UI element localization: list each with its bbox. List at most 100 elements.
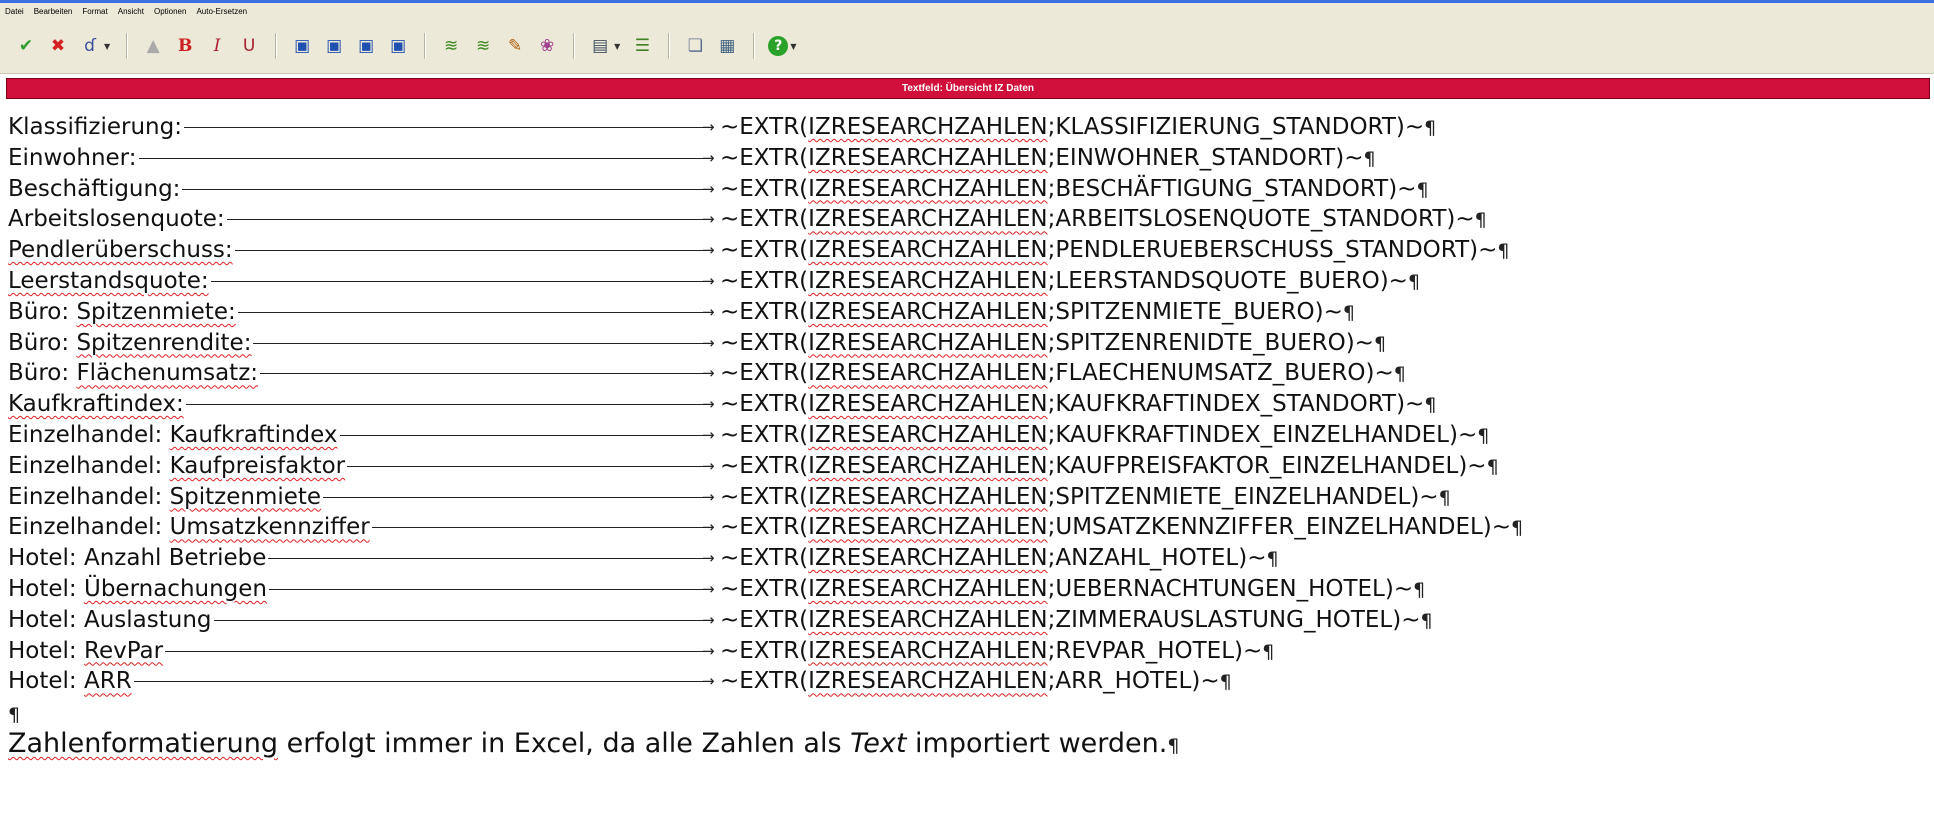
row-label: Einzelhandel: Kaufkraftindex [8,419,340,451]
field-row: Einzelhandel: Kaufkraftindex → ~EXTR(IZRES… [8,419,1928,451]
field-row: Kaufkraftindex: → ~EXTR(IZRESEARCHZAHLEN;K… [8,389,1928,420]
brush-icon[interactable]: ɗ [78,34,102,58]
formula-prefix: ~EXTR( [720,637,809,664]
menu-item-2[interactable]: Format [77,7,112,16]
tab-arrow-icon: → [702,333,715,352]
formula-field: KAUFKRAFTINDEX_EINZELHANDEL [1055,421,1449,448]
note-part1: Zahlenformatierung [8,728,279,760]
row-formula: ~EXTR(IZRESEARCHZAHLEN;FLAECHENUMSATZ_BU… [720,358,1406,390]
table-icon[interactable]: ▤ [588,34,612,58]
field-row: Hotel: Auslastung → ~EXTR(IZRESEARCHZAHLEN… [8,604,1928,636]
formula-suffix: )~ [1392,606,1421,633]
row-label: Büro: Spitzenmiete: [8,296,238,328]
view1-icon[interactable]: ▣ [290,34,314,58]
row-label: Arbeitslosenquote: [8,204,227,236]
row-label: Kaufkraftindex: [8,389,186,420]
row-label-text: Büro: [8,360,77,387]
formula-field: UMSATZKENNZIFFER_EINZELHANDEL [1055,514,1483,541]
row-label-text: Klassifizierung: [8,114,182,140]
view4-icon[interactable]: ▣ [386,34,410,58]
formula-source: IZRESEARCHZAHLEN [808,298,1048,325]
note-part3: importiert werden. [906,728,1168,760]
bold-icon[interactable]: B [173,34,197,58]
menu-item-0[interactable]: Datei [0,7,29,16]
row-formula: ~EXTR(IZRESEARCHZAHLEN;KAUFKRAFTINDEX_ST… [720,389,1436,421]
formula-suffix: )~ [1314,298,1343,325]
pilcrow-mark: ¶ [1416,178,1429,201]
italic-icon[interactable]: I [205,34,229,58]
field-row: Büro: Spitzenmiete: → ~EXTR(IZRESEARCHZAHL… [8,296,1928,328]
doc-icon[interactable]: ❏ [683,34,707,58]
formula-field: PENDLERUEBERSCHUSS_STANDORT [1055,237,1470,264]
toolbar-separator [573,33,575,59]
field2-icon[interactable]: ≋ [471,34,495,58]
row-label-underlined: Spitzenmiete: [76,298,236,325]
field1-icon[interactable]: ≋ [439,34,463,58]
row-label-text: Hotel: Anzahl Betriebe [8,545,267,572]
row-label-underlined: Flächenumsatz: [76,360,259,387]
tab-leader-line [182,188,706,190]
stamp-icon[interactable]: ▲ [141,34,165,58]
tab-arrow-icon: → [702,271,715,290]
pilcrow-mark: ¶ [1477,424,1490,447]
view2-icon[interactable]: ▣ [322,34,346,58]
formula-source: IZRESEARCHZAHLEN [808,144,1048,171]
menu-item-3[interactable]: Ansicht [113,7,149,16]
view3-icon[interactable]: ▣ [354,34,378,58]
toolbar-separator [126,33,128,59]
field-row: Arbeitslosenquote: → ~EXTR(IZRESEARCHZAHLE… [8,204,1928,236]
field-row: Pendlerüberschuss: → ~EXTR(IZRESEARCHZAHLE… [8,235,1928,266]
field3-icon[interactable]: ✎ [503,34,527,58]
pilcrow-mark: ¶ [1420,609,1433,632]
formula-suffix: )~ [1410,483,1439,510]
formula-source: IZRESEARCHZAHLEN [808,514,1048,541]
row-label: Beschäftigung: [8,173,183,205]
formula-field: LEERSTANDSQUOTE_BUERO [1055,267,1380,294]
row-formula: ~EXTR(IZRESEARCHZAHLEN;ARR_HOTEL)~¶ [720,666,1232,698]
menu-item-1[interactable]: Bearbeiten [29,7,78,16]
row-label-text: Einzelhandel: [8,452,170,479]
dropdown-arrow-icon[interactable]: ▼ [790,42,796,51]
field-row: Klassifizierung: → ~EXTR(IZRESEARCHZAHLEN;… [8,112,1928,143]
paste-icon[interactable]: ▦ [715,34,739,58]
tab-arrow-icon: → [702,395,715,414]
formula-field: ARBEITSLOSENQUOTE_STANDORT [1055,206,1447,233]
menu-item-4[interactable]: Optionen [149,7,191,16]
tab-leader-line [323,496,706,498]
formula-field: KAUFPREISFAKTOR_EINZELHANDEL [1055,452,1459,479]
tab-leader-line [184,127,706,128]
formula-suffix: )~ [1482,514,1512,541]
row-label-text: Einwohner: [8,144,137,171]
field-row: Hotel: Anzahl Betriebe → ~EXTR(IZRESEARCHZ… [8,543,1928,574]
row-formula: ~EXTR(IZRESEARCHZAHLEN;ARBEITSLOSENQUOTE… [720,204,1487,236]
help-icon[interactable]: ? [768,36,789,56]
tab-leader-line [268,558,706,560]
note-italic: Text [850,728,907,760]
row-formula: ~EXTR(IZRESEARCHZAHLEN;SPITZENRENIDTE_BU… [720,328,1386,360]
row-formula: ~EXTR(IZRESEARCHZAHLEN;PENDLERUEBERSCHUS… [720,235,1509,267]
field4-icon[interactable]: ❀ [535,34,559,58]
formula-prefix: ~EXTR( [720,606,809,633]
list-icon[interactable]: ☰ [630,34,654,58]
pilcrow-mark: ¶ [1342,301,1355,324]
formula-suffix: )~ [1191,668,1220,695]
row-formula: ~EXTR(IZRESEARCHZAHLEN;EINWOHNER_STANDOR… [720,143,1376,175]
dropdown-arrow-icon[interactable]: ▼ [104,42,110,51]
formula-source: IZRESEARCHZAHLEN [808,421,1048,448]
row-label-underlined: Spitzenmiete [169,483,322,510]
note-part2: erfolgt immer in Excel, da alle Zahlen a… [278,728,851,760]
tab-leader-line [235,250,706,252]
underline-icon[interactable]: U [237,34,261,58]
row-label-text: Beschäftigung: [8,175,181,202]
panel-title: Textfeld: Übersicht IZ Daten [6,78,1930,99]
document-body[interactable]: Klassifizierung: → ~EXTR(IZRESEARCHZAHLEN;… [8,112,1928,759]
tab-arrow-icon: → [702,148,715,167]
menu-item-5[interactable]: Auto-Ersetzen [191,7,252,16]
dropdown-arrow-icon[interactable]: ▼ [614,42,620,51]
cancel-icon[interactable]: ✖ [46,34,70,58]
formula-prefix: ~EXTR( [720,114,809,140]
formula-prefix: ~EXTR( [720,421,809,448]
pilcrow-mark: ¶ [1424,394,1437,417]
formula-suffix: )~ [1384,575,1414,602]
check-icon[interactable]: ✔ [14,34,38,58]
